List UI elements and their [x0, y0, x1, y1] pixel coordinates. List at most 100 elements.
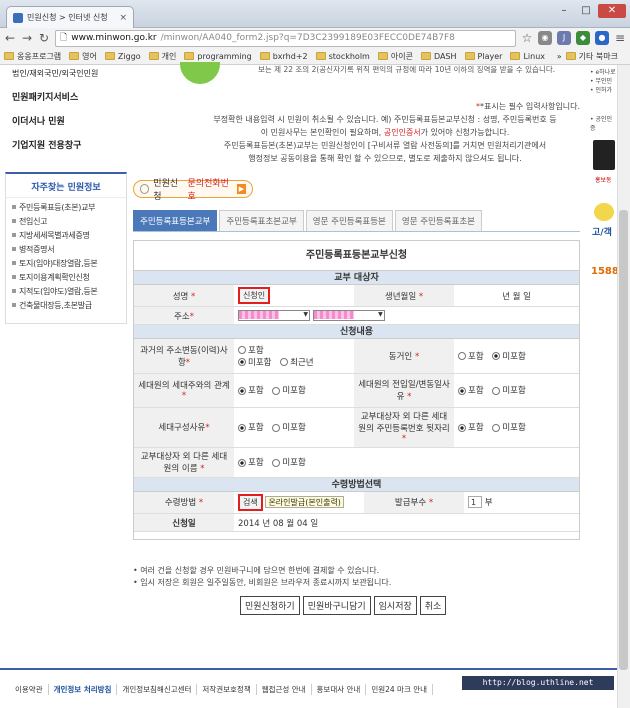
rrn-include-radio[interactable]: 포함: [458, 423, 484, 433]
cohabit-exclude-radio[interactable]: 미포함: [492, 352, 526, 362]
bookmark[interactable]: DASH: [420, 52, 457, 61]
compose-reason-label: 세대구성사유*: [134, 407, 234, 448]
footer-link[interactable]: 개인정보 처리방침: [49, 683, 118, 695]
promo-video-icon[interactable]: [593, 140, 615, 170]
menu-icon[interactable]: ≡: [614, 31, 626, 45]
bookmark-label: 아이콘: [390, 51, 413, 61]
notice-line: 주민등록표등본(초본)교부는 민원신청인이 [구비서류 열람 사전동의]를 거치…: [223, 141, 547, 150]
names-exclude-radio[interactable]: 미포함: [272, 458, 306, 468]
extension-icon[interactable]: ●: [595, 31, 609, 45]
past-exclude-radio[interactable]: 미포함: [238, 358, 271, 368]
submit-application-button[interactable]: 민원신청하기: [240, 596, 300, 615]
frequent-service-item[interactable]: 주민등록표등(초본)교부: [12, 200, 120, 214]
forward-icon[interactable]: →: [21, 31, 33, 45]
head-relation-label: 세대원의 세대주와의 관계 *: [134, 373, 234, 408]
bookmark[interactable]: 개인: [148, 51, 176, 62]
bookmark[interactable]: programming: [184, 52, 252, 61]
footer-link[interactable]: 민원24 마크 안내: [366, 683, 434, 695]
cancel-button[interactable]: 취소: [419, 596, 447, 615]
move-include-radio[interactable]: 포함: [458, 386, 484, 396]
maximize-icon[interactable]: □: [576, 4, 596, 18]
minimize-icon[interactable]: –: [554, 4, 574, 18]
frequent-service-item[interactable]: 지적도(임야도)열람,등본: [12, 284, 120, 298]
footer-link[interactable]: 홍보대사 안내: [312, 683, 367, 695]
tab-resident-copy[interactable]: 주민등록표등본교부: [133, 210, 218, 231]
quick-link[interactable]: • 인허가: [590, 86, 617, 95]
left-menu-label: 기업지원 전용창구: [12, 141, 82, 151]
tab-title: 민원신청 > 인터넷 신청: [27, 13, 108, 22]
extension-icon[interactable]: J: [557, 31, 571, 45]
address-province-select[interactable]: [238, 310, 310, 321]
footer-link[interactable]: 웹접근성 안내: [257, 683, 312, 695]
bookmark-label: 영어: [82, 51, 97, 61]
bookmark[interactable]: Linux: [510, 52, 545, 61]
bookmark[interactable]: Ziggo: [104, 52, 141, 61]
quick-link[interactable]: • 무인민: [590, 77, 617, 86]
left-menu-item[interactable]: 기업지원 전용창구: [12, 138, 122, 151]
extension-icon[interactable]: ◉: [538, 31, 552, 45]
left-menu-item[interactable]: 민원패키지서비스: [12, 90, 122, 103]
frequent-service-item[interactable]: 토지(임야)대장열람,등본: [12, 256, 120, 270]
bookmark-other[interactable]: 기타 북마크: [565, 51, 618, 62]
cohabit-include-radio[interactable]: 포함: [458, 352, 484, 362]
form-title: 주민등록표등본교부신청: [134, 241, 579, 271]
inquiry-phone-button[interactable]: 민원신청 문의전화번호 ▶: [133, 179, 253, 202]
receive-search-button[interactable]: 검색: [238, 493, 263, 511]
bookmark[interactable]: Player: [464, 52, 502, 61]
receive-method-field[interactable]: 온라인발급(본인출력): [265, 495, 344, 508]
bookmark[interactable]: stockholm: [315, 52, 370, 61]
bookmark[interactable]: 아이콘: [377, 51, 413, 62]
add-to-basket-button[interactable]: 민원바구니담기: [302, 596, 371, 615]
frequent-service-item[interactable]: 병적증명서: [12, 242, 120, 256]
quick-link[interactable]: • e하나로: [590, 68, 617, 77]
applicant-button[interactable]: 신청인: [238, 287, 271, 304]
frequent-service-item[interactable]: 전입신고: [12, 214, 120, 228]
url-field[interactable]: 🗋 www.minwon.go.kr/minwon/AA040_form2.js…: [55, 29, 516, 47]
tab-close-icon[interactable]: ×: [119, 13, 127, 23]
temp-save-button[interactable]: 임시저장: [373, 596, 417, 615]
compose-exclude-radio[interactable]: 미포함: [272, 423, 306, 433]
move-exclude-radio[interactable]: 미포함: [492, 386, 526, 396]
scrollbar-thumb[interactable]: [619, 210, 628, 670]
bookmark[interactable]: bxrhd+2: [259, 52, 308, 61]
left-menu-item[interactable]: 법인/재외국민/외국인민원: [12, 68, 122, 79]
tab-english-copy[interactable]: 영문 주민등록표등본: [305, 210, 393, 231]
quick-link[interactable]: • 공인인증: [590, 115, 617, 133]
footer-link[interactable]: 이용약관: [10, 683, 49, 695]
radio-icon: [458, 352, 466, 361]
head-rel-exclude-radio[interactable]: 미포함: [272, 386, 306, 396]
head-rel-include-radio[interactable]: 포함: [238, 386, 264, 396]
compose-include-radio[interactable]: 포함: [238, 423, 264, 433]
browser-tab[interactable]: 민원신청 > 인터넷 신청 ×: [6, 6, 134, 28]
window-close-icon[interactable]: ✕: [598, 4, 626, 18]
apply-date-value: 2014 년 08 월 04 일: [234, 513, 579, 532]
footer-link[interactable]: 개인정보침해신고센터: [117, 683, 198, 695]
frequent-service-item[interactable]: 건축물대장등,초본발급: [12, 298, 120, 312]
bookmark[interactable]: 영어: [69, 51, 97, 62]
copies-input[interactable]: 1: [468, 496, 482, 509]
past-include-radio[interactable]: 포함: [238, 346, 264, 356]
left-menu-item[interactable]: 이더서나 민원: [12, 114, 122, 127]
names-include-radio[interactable]: 포함: [238, 458, 264, 468]
info-bullet: • 임시 저장은 회원은 일주일동안, 비회원은 브라우저 종료시까지 보관됩니…: [133, 578, 392, 587]
past-recent-radio[interactable]: 최근년: [280, 358, 314, 368]
reload-icon[interactable]: ↻: [38, 31, 50, 45]
frequent-service-item[interactable]: 토지이용계획확인신청: [12, 270, 120, 284]
right-quick-menu: • e하나로 • 무인민 • 인허가 • 공인인증: [590, 68, 617, 133]
tab-resident-abstract[interactable]: 주민등록표초본교부: [219, 210, 304, 231]
back-icon[interactable]: ←: [4, 31, 16, 45]
bookmarks-more[interactable]: »: [557, 52, 562, 61]
section-target: 교부 대상자: [134, 271, 579, 285]
frequent-service-item[interactable]: 지방세세목별과세증명: [12, 228, 120, 242]
tab-english-abstract[interactable]: 영문 주민등록표초본: [394, 210, 482, 231]
notice-highlight: 공인인증서: [383, 128, 421, 137]
call-center-label: 고/객: [592, 228, 612, 238]
radio-icon: [238, 458, 246, 467]
address-city-select[interactable]: [312, 310, 385, 321]
mascot-icon: [594, 203, 614, 221]
bookmark-apps[interactable]: 옹옹프로그램: [4, 51, 61, 62]
extension-icon[interactable]: ◆: [576, 31, 590, 45]
rrn-exclude-radio[interactable]: 미포함: [492, 423, 526, 433]
footer-link[interactable]: 저작권보호정책: [197, 683, 257, 695]
bookmark-star-icon[interactable]: ☆: [521, 31, 533, 45]
